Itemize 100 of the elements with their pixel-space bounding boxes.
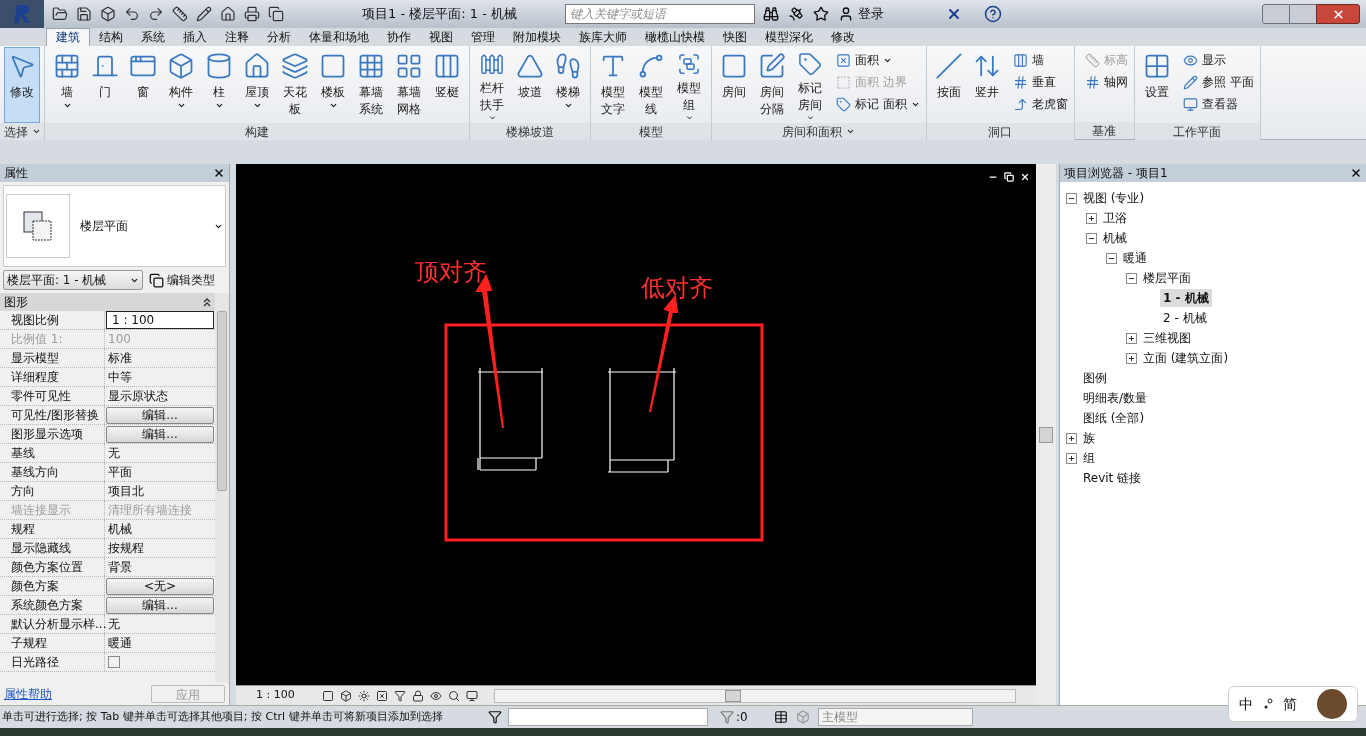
tree-item[interactable]: 暖通 xyxy=(1120,249,1150,267)
printer-icon[interactable] xyxy=(244,6,260,22)
ribbon-tool[interactable]: 竖梃 xyxy=(429,47,465,123)
ribbon-tab[interactable]: 橄榄山快模 xyxy=(636,28,714,46)
ribbon-tab[interactable]: 分析 xyxy=(258,28,300,46)
ribbon-tool[interactable]: 坡道 xyxy=(512,47,548,123)
close-icon[interactable] xyxy=(213,167,225,179)
ribbon-tool[interactable]: 房间分隔 xyxy=(754,47,790,123)
ribbon-tool[interactable]: 显示 xyxy=(1180,49,1256,71)
ribbon-tool[interactable]: 标记 面积 xyxy=(834,93,922,115)
panel-title[interactable]: 工作平面 xyxy=(1134,123,1260,140)
ribbon-tab[interactable]: 插入 xyxy=(174,28,216,46)
ribbon-tool[interactable]: 墙 xyxy=(49,47,85,123)
ribbon-tab[interactable]: 管理 xyxy=(462,28,504,46)
tree-item[interactable]: 图纸 (全部) xyxy=(1080,409,1148,427)
ribbon-tab[interactable]: 附加模块 xyxy=(504,28,570,46)
ribbon-tool[interactable]: 窗 xyxy=(125,47,161,123)
tree-item[interactable]: 卫浴 xyxy=(1100,209,1130,227)
pencil-icon[interactable] xyxy=(196,6,212,22)
collapse-icon[interactable] xyxy=(1106,252,1117,264)
maximize-button[interactable] xyxy=(1290,4,1316,24)
scale-field[interactable]: 1 : 100 xyxy=(106,311,214,329)
ribbon-tab[interactable]: 协作 xyxy=(378,28,420,46)
house-icon[interactable] xyxy=(220,6,236,22)
tree-item[interactable]: 三维视图 xyxy=(1140,329,1194,347)
edit-button[interactable]: <无> xyxy=(106,577,214,595)
help-icon[interactable] xyxy=(983,5,1002,23)
close-icon[interactable] xyxy=(1350,167,1362,179)
tree-item[interactable]: 2 - 机械 xyxy=(1160,309,1210,327)
tree-item[interactable]: 立面 (建筑立面) xyxy=(1140,349,1232,367)
tree-item[interactable]: 机械 xyxy=(1100,229,1130,247)
ribbon-tool[interactable]: 墙 xyxy=(1010,49,1070,71)
folder-icon[interactable] xyxy=(52,6,68,22)
ribbon-tool[interactable]: 栏杆扶手 xyxy=(474,47,510,123)
type-selector[interactable]: 楼层平面 xyxy=(3,185,226,267)
ribbon-tool[interactable]: 老虎窗 xyxy=(1010,93,1070,115)
expand-icon[interactable] xyxy=(1126,332,1137,344)
panel-title[interactable]: 洞口 xyxy=(926,123,1074,140)
satellite-icon[interactable] xyxy=(787,6,804,22)
ribbon-tool[interactable]: 模型线 xyxy=(633,47,669,123)
edit-button[interactable]: 编辑... xyxy=(106,406,214,424)
ribbon-tool[interactable]: 房间 xyxy=(716,47,752,123)
panel-title[interactable]: 选择 xyxy=(0,123,44,140)
tree-item[interactable]: 视图 (专业) xyxy=(1080,189,1148,207)
ribbon-tool[interactable]: 查看器 xyxy=(1180,93,1256,115)
ribbon-tool[interactable]: 构件 xyxy=(163,47,199,123)
tree-item[interactable]: 族 xyxy=(1080,429,1098,447)
help-link[interactable]: 属性帮助 xyxy=(4,685,52,703)
panel-title[interactable]: 构建 xyxy=(45,123,469,140)
collapse-icon[interactable] xyxy=(1086,232,1097,244)
checkbox[interactable] xyxy=(108,656,120,668)
ribbon-tool[interactable]: 竖井 xyxy=(968,47,1005,123)
edit-button[interactable]: 编辑... xyxy=(106,425,214,443)
tree-item[interactable]: Revit 链接 xyxy=(1080,469,1145,487)
ribbon-tool[interactable]: 模型文字 xyxy=(595,47,631,123)
ribbon-tab[interactable]: 建筑 xyxy=(46,28,90,46)
minimize-button[interactable] xyxy=(1262,4,1290,24)
save-icon[interactable] xyxy=(76,6,92,22)
view-control-icon[interactable] xyxy=(376,689,388,702)
ribbon-tab[interactable]: 注释 xyxy=(216,28,258,46)
ribbon-tool[interactable]: 标记房间 xyxy=(792,47,828,123)
drawing-canvas[interactable]: 顶对齐 低对齐 xyxy=(236,164,1036,685)
ime-script[interactable]: 简 xyxy=(1283,693,1297,715)
expand-icon[interactable] xyxy=(1066,452,1077,464)
ribbon-tool[interactable]: 面积 xyxy=(834,49,922,71)
ribbon-tool[interactable]: 按面 xyxy=(930,47,967,123)
search-field[interactable]: 键入关键字或短语 xyxy=(564,4,755,24)
ribbon-tool[interactable]: 模型组 xyxy=(671,47,707,123)
tree-item[interactable]: 组 xyxy=(1080,449,1098,467)
view-control-icon[interactable] xyxy=(358,689,370,702)
collapse-icon[interactable] xyxy=(1066,192,1077,204)
horizontal-scrollbar[interactable] xyxy=(494,688,1016,703)
ribbon-tab[interactable]: 结构 xyxy=(90,28,132,46)
table-icon[interactable] xyxy=(774,710,788,724)
view-control-icon[interactable] xyxy=(448,689,460,702)
ribbon-tool[interactable]: 幕墙系统 xyxy=(353,47,389,123)
ribbon-tool[interactable]: 天花板 xyxy=(277,47,313,123)
tree-item[interactable]: 楼层平面 xyxy=(1140,269,1194,287)
cube-icon[interactable] xyxy=(100,6,116,22)
view-control-icon[interactable] xyxy=(340,689,352,702)
view-scale[interactable]: 1 : 100 xyxy=(256,687,316,704)
view-control-icon[interactable] xyxy=(322,689,334,702)
ribbon-tool[interactable]: 门 xyxy=(87,47,123,123)
ribbon-tab[interactable]: 族库大师 xyxy=(570,28,636,46)
view-control-icon[interactable] xyxy=(430,689,442,702)
panel-title[interactable]: 模型 xyxy=(591,123,711,140)
ruler-icon[interactable] xyxy=(172,6,188,22)
instance-dropdown[interactable]: 楼层平面: 1 - 机械 xyxy=(3,270,143,290)
close-icon[interactable] xyxy=(1020,172,1030,182)
edit-button[interactable]: 编辑... xyxy=(106,596,214,614)
edit-type-button[interactable]: 编辑类型 xyxy=(149,271,215,289)
panel-title[interactable]: 楼梯坡道 xyxy=(470,123,590,140)
ribbon-tool[interactable]: 设置 xyxy=(1138,47,1175,123)
scrollbar[interactable] xyxy=(215,293,229,683)
view-control-icon[interactable] xyxy=(466,689,478,702)
ribbon-tool[interactable]: 幕墙网格 xyxy=(391,47,427,123)
expand-icon[interactable] xyxy=(1086,212,1097,224)
ime-toolbar[interactable]: 中 简 xyxy=(1228,686,1358,722)
ribbon-tab[interactable]: 快图 xyxy=(714,28,756,46)
binoculars-icon[interactable] xyxy=(762,6,779,22)
